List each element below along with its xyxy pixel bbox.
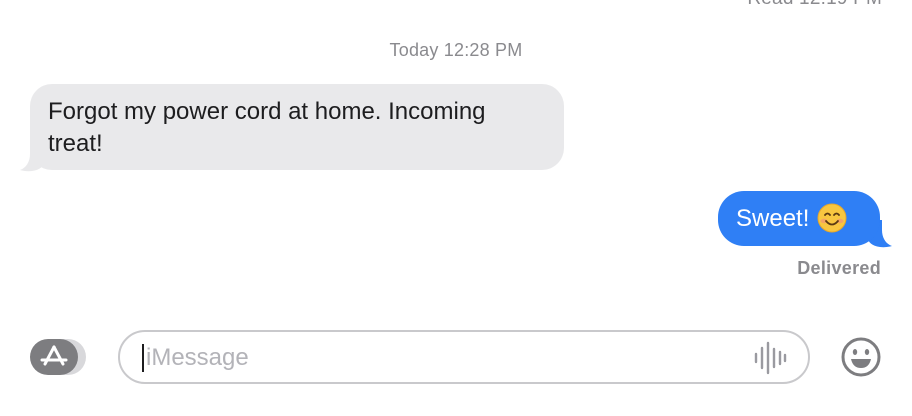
smiling-face-icon bbox=[817, 203, 847, 233]
timestamp-day: Today bbox=[389, 40, 439, 60]
timestamp-time: 12:28 PM bbox=[443, 40, 523, 60]
messages-window: Read 12:19 PM Today 12:28 PM Forgot my p… bbox=[0, 0, 912, 416]
outgoing-message-text: Sweet! bbox=[736, 205, 810, 232]
app-store-icon[interactable] bbox=[30, 337, 88, 377]
conversation-timestamp: Today 12:28 PM bbox=[0, 40, 912, 61]
audio-waveform-icon[interactable] bbox=[752, 341, 788, 375]
outgoing-message-bubble[interactable]: Sweet! bbox=[718, 191, 880, 246]
incoming-message-bubble[interactable]: Forgot my power cord at home. Incoming t… bbox=[30, 84, 564, 170]
read-receipt: Read 12:19 PM bbox=[747, 0, 882, 10]
message-input-field[interactable]: iMessage bbox=[118, 330, 810, 384]
emoji-picker-icon[interactable] bbox=[840, 336, 882, 378]
delivery-status: Delivered bbox=[797, 258, 881, 278]
incoming-message-text: Forgot my power cord at home. Incoming t… bbox=[48, 98, 486, 157]
